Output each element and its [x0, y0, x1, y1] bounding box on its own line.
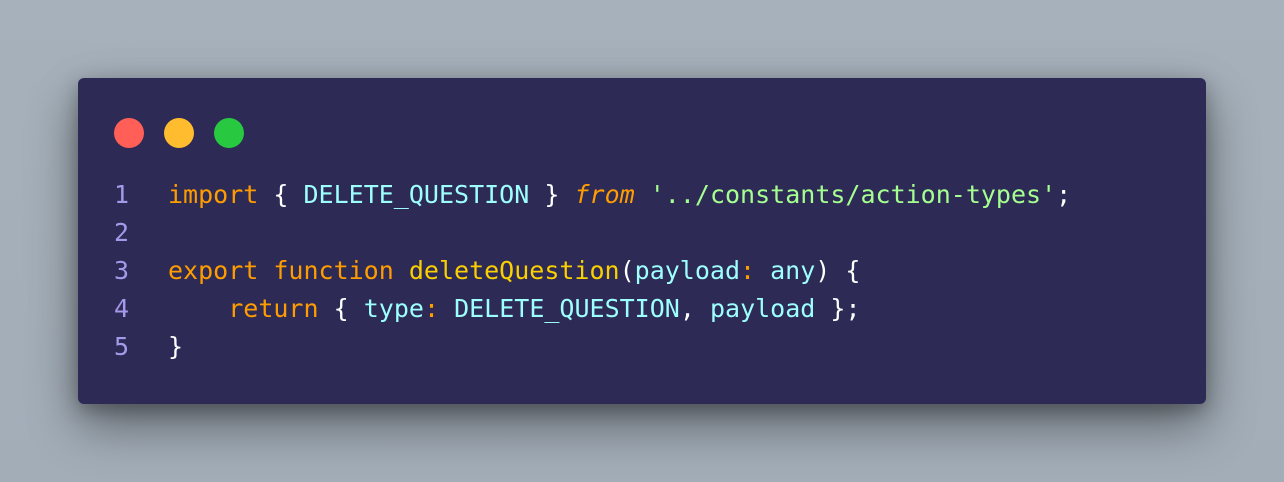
- code-block: 1 import { DELETE_QUESTION } from '../con…: [114, 176, 1071, 366]
- code-token: payload: [709, 294, 816, 323]
- code-token: function: [273, 256, 394, 285]
- code-line: 3 export function deleteQuestion(payload:…: [114, 252, 1071, 290]
- code-token: }: [544, 180, 560, 209]
- line-number: 2: [114, 218, 130, 247]
- code-token: ,: [679, 294, 695, 323]
- code-line: 2: [114, 214, 1071, 252]
- line-content: return { type: DELETE_QUESTION, payload …: [168, 290, 861, 328]
- window-controls: [114, 118, 244, 148]
- code-token: }: [168, 332, 184, 361]
- code-token: export: [168, 256, 259, 285]
- line-content: export function deleteQuestion(payload: …: [168, 252, 860, 290]
- code-token: import: [168, 180, 259, 209]
- maximize-dot-icon[interactable]: [214, 118, 244, 148]
- code-token: deleteQuestion: [408, 256, 620, 285]
- code-token: (: [619, 256, 635, 285]
- code-line: 5}: [114, 328, 1071, 366]
- code-window: 1 import { DELETE_QUESTION } from '../con…: [78, 78, 1206, 404]
- code-token: ;: [1056, 180, 1072, 209]
- code-token: return: [228, 294, 319, 323]
- code-token: }: [830, 294, 846, 323]
- code-token: type: [363, 294, 424, 323]
- code-token: :: [423, 294, 439, 323]
- minimize-dot-icon[interactable]: [164, 118, 194, 148]
- code-token: ;: [845, 294, 861, 323]
- code-token: {: [845, 256, 861, 285]
- code-token: any: [770, 256, 816, 285]
- line-content: }: [168, 328, 183, 366]
- code-line: 4 return { type: DELETE_QUESTION, payloa…: [114, 290, 1071, 328]
- line-number: 4: [114, 294, 130, 323]
- line-number: 1: [114, 180, 130, 209]
- line-number: 5: [114, 332, 130, 361]
- code-token: from: [574, 180, 635, 209]
- code-token: {: [273, 180, 289, 209]
- line-content: import { DELETE_QUESTION } from '../cons…: [168, 176, 1071, 214]
- close-dot-icon[interactable]: [114, 118, 144, 148]
- line-number: 3: [114, 256, 130, 285]
- code-line: 1 import { DELETE_QUESTION } from '../con…: [114, 176, 1071, 214]
- code-token: :: [740, 256, 756, 285]
- code-token: ): [815, 256, 831, 285]
- code-token: payload: [634, 256, 740, 285]
- code-token: DELETE_QUESTION: [454, 294, 680, 323]
- code-token: DELETE_QUESTION: [303, 180, 530, 209]
- code-token: '../constants/action-types': [649, 180, 1057, 209]
- code-token: {: [333, 294, 349, 323]
